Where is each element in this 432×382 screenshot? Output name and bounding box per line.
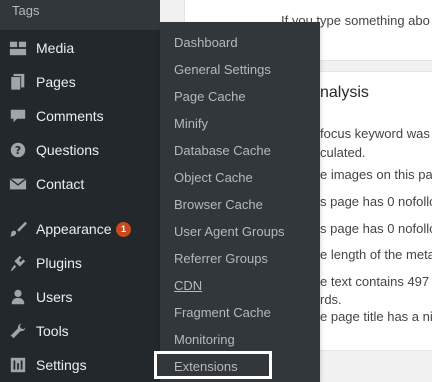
sidebar-item-label: Media xyxy=(36,40,75,56)
analysis-line: s page has 0 nofollo xyxy=(320,194,432,209)
analysis-line: e text contains 497 w xyxy=(320,274,432,289)
submenu-item-extensions[interactable]: Extensions xyxy=(154,351,272,379)
analysis-line: rds. xyxy=(320,292,342,307)
sidebar-item-comments[interactable]: Comments xyxy=(0,99,160,133)
question-icon: ? xyxy=(9,141,27,159)
pages-icon xyxy=(9,73,27,91)
media-icon xyxy=(9,39,27,57)
comments-icon xyxy=(9,107,27,125)
analysis-line: e page title has a nic xyxy=(320,309,432,324)
admin-sidebar: Tags Media Pages Comments ? Questions Co… xyxy=(0,0,160,382)
sidebar-item-label: Plugins xyxy=(36,255,82,271)
analysis-line: culated. xyxy=(320,145,366,160)
analysis-heading: nalysis xyxy=(320,84,369,101)
analysis-line: s page has 0 nofollo xyxy=(320,221,432,236)
sidebar-item-label: Contact xyxy=(36,176,85,192)
sidebar-item-users[interactable]: Users xyxy=(0,280,160,314)
submenu-item-fragment-cache[interactable]: Fragment Cache xyxy=(174,305,271,320)
analysis-line: focus keyword was xyxy=(320,126,430,141)
plugin-icon xyxy=(9,254,27,272)
submenu-item-user-agent-groups[interactable]: User Agent Groups xyxy=(174,224,285,239)
submenu-item-referrer-groups[interactable]: Referrer Groups xyxy=(174,251,268,266)
sidebar-item-tags[interactable]: Tags xyxy=(0,0,160,30)
users-icon xyxy=(9,288,27,306)
sidebar-item-settings[interactable]: Settings xyxy=(0,348,160,382)
sidebar-item-appearance[interactable]: Appearance 1 xyxy=(0,212,160,246)
sidebar-item-label: Comments xyxy=(36,108,104,124)
sidebar-item-label: Settings xyxy=(36,357,87,373)
sidebar-item-label: Pages xyxy=(36,74,76,90)
sidebar-item-label: Tags xyxy=(12,3,40,18)
sidebar-item-questions[interactable]: ? Questions xyxy=(0,133,160,167)
update-count-badge: 1 xyxy=(116,222,131,237)
sidebar-item-label: Users xyxy=(36,289,73,305)
sidebar-item-label: Appearance xyxy=(36,221,112,237)
brush-icon xyxy=(9,220,27,238)
submenu-item-browser-cache[interactable]: Browser Cache xyxy=(174,197,263,212)
submenu-item-dashboard[interactable]: Dashboard xyxy=(174,35,238,50)
submenu-item-cdn[interactable]: CDN xyxy=(174,278,202,293)
submenu-item-minify[interactable]: Minify xyxy=(174,116,208,131)
sidebar-item-label: Questions xyxy=(36,142,100,158)
submenu-item-label: Extensions xyxy=(174,359,238,374)
analysis-line: e images on this pag xyxy=(320,167,432,182)
sidebar-item-pages[interactable]: Pages xyxy=(0,65,160,99)
submenu-item-page-cache[interactable]: Page Cache xyxy=(174,89,246,104)
svg-text:?: ? xyxy=(15,144,21,157)
submenu-item-database-cache[interactable]: Database Cache xyxy=(174,143,271,158)
settings-icon xyxy=(9,356,27,374)
submenu-item-monitoring[interactable]: Monitoring xyxy=(174,332,235,347)
sidebar-item-plugins[interactable]: Plugins xyxy=(0,246,160,280)
wrench-icon xyxy=(9,322,27,340)
sidebar-item-label: Tools xyxy=(36,323,69,339)
sidebar-separator xyxy=(0,204,160,205)
submenu-item-general-settings[interactable]: General Settings xyxy=(174,62,271,77)
sidebar-item-contact[interactable]: Contact xyxy=(0,167,160,201)
sidebar-item-media[interactable]: Media xyxy=(0,31,160,65)
analysis-line: e length of the meta xyxy=(320,247,432,262)
sidebar-item-tools[interactable]: Tools xyxy=(0,314,160,348)
envelope-icon xyxy=(9,175,27,193)
submenu-item-object-cache[interactable]: Object Cache xyxy=(174,170,253,185)
performance-submenu: Dashboard General Settings Page Cache Mi… xyxy=(160,22,320,382)
